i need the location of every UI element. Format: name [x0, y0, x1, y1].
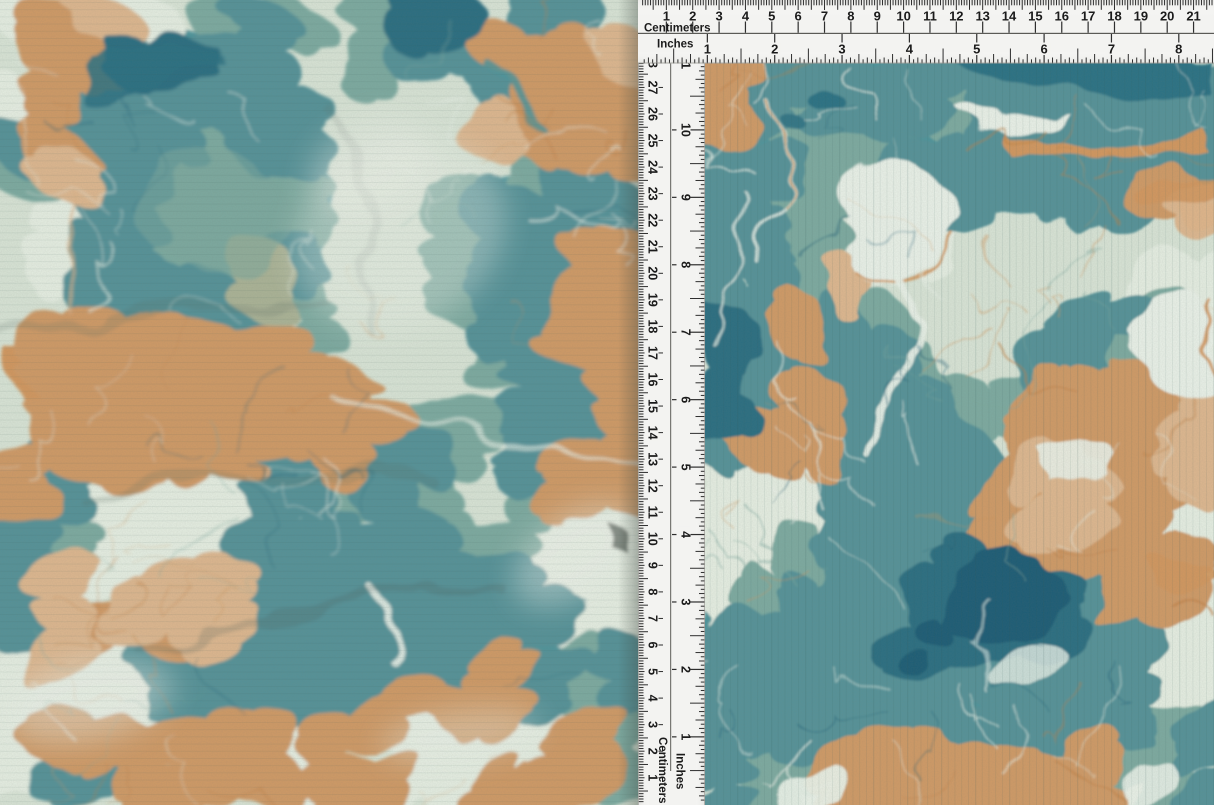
svg-text:27: 27 — [646, 80, 660, 94]
svg-text:21: 21 — [646, 240, 660, 254]
svg-text:6: 6 — [1040, 42, 1047, 57]
svg-text:26: 26 — [646, 107, 660, 121]
svg-text:12: 12 — [646, 479, 660, 493]
svg-text:18: 18 — [646, 319, 660, 333]
svg-text:1: 1 — [704, 42, 711, 57]
svg-text:22: 22 — [646, 213, 660, 227]
svg-text:9: 9 — [874, 9, 881, 24]
svg-text:14: 14 — [646, 426, 660, 440]
svg-text:2: 2 — [679, 666, 693, 673]
svg-text:14: 14 — [1002, 9, 1017, 24]
svg-text:8: 8 — [1175, 42, 1182, 57]
svg-text:2: 2 — [771, 42, 778, 57]
svg-text:19: 19 — [646, 293, 660, 307]
svg-text:5: 5 — [768, 9, 775, 24]
svg-text:4: 4 — [646, 695, 660, 702]
svg-text:7: 7 — [679, 329, 693, 336]
svg-text:13: 13 — [975, 9, 989, 24]
svg-text:3: 3 — [715, 9, 722, 24]
svg-text:3: 3 — [646, 721, 660, 728]
svg-text:3: 3 — [679, 599, 693, 606]
svg-text:9: 9 — [646, 562, 660, 569]
svg-text:4: 4 — [679, 531, 693, 538]
svg-text:9: 9 — [679, 194, 693, 201]
svg-text:4: 4 — [906, 42, 914, 57]
svg-text:10: 10 — [896, 9, 910, 24]
svg-text:7: 7 — [646, 615, 660, 622]
svg-text:13: 13 — [646, 452, 660, 466]
svg-text:3: 3 — [838, 42, 845, 57]
svg-text:12: 12 — [949, 9, 963, 24]
svg-text:5: 5 — [646, 668, 660, 675]
svg-text:6: 6 — [679, 396, 693, 403]
svg-text:21: 21 — [1186, 9, 1200, 24]
svg-text:Inches: Inches — [657, 39, 693, 51]
svg-text:4: 4 — [742, 9, 750, 24]
svg-text:20: 20 — [1160, 9, 1174, 24]
svg-text:25: 25 — [646, 134, 660, 148]
svg-text:Inches: Inches — [674, 753, 686, 789]
svg-text:7: 7 — [821, 9, 828, 24]
svg-text:19: 19 — [1134, 9, 1148, 24]
svg-text:5: 5 — [973, 42, 980, 57]
svg-text:18: 18 — [1107, 9, 1121, 24]
svg-text:7: 7 — [1108, 42, 1115, 57]
svg-text:1: 1 — [679, 733, 693, 740]
svg-text:16: 16 — [646, 373, 660, 387]
svg-text:8: 8 — [847, 9, 854, 24]
svg-text:Centimeters: Centimeters — [656, 737, 668, 803]
svg-text:5: 5 — [679, 464, 693, 471]
svg-text:24: 24 — [646, 160, 660, 174]
svg-text:17: 17 — [1081, 9, 1095, 24]
svg-text:11: 11 — [646, 506, 660, 519]
svg-text:20: 20 — [646, 266, 660, 280]
svg-text:11: 11 — [923, 9, 937, 24]
svg-text:8: 8 — [646, 588, 660, 595]
svg-text:10: 10 — [646, 532, 660, 546]
svg-text:15: 15 — [1028, 9, 1042, 24]
svg-text:6: 6 — [795, 9, 802, 24]
svg-text:23: 23 — [646, 187, 660, 201]
svg-text:1: 1 — [663, 9, 670, 24]
svg-text:2: 2 — [689, 9, 696, 24]
svg-text:16: 16 — [1055, 9, 1069, 24]
svg-text:15: 15 — [646, 399, 660, 413]
svg-text:6: 6 — [646, 642, 660, 649]
svg-text:8: 8 — [679, 261, 693, 268]
svg-text:17: 17 — [646, 346, 660, 360]
svg-text:Centimeters: Centimeters — [644, 23, 710, 35]
svg-text:10: 10 — [679, 123, 693, 137]
